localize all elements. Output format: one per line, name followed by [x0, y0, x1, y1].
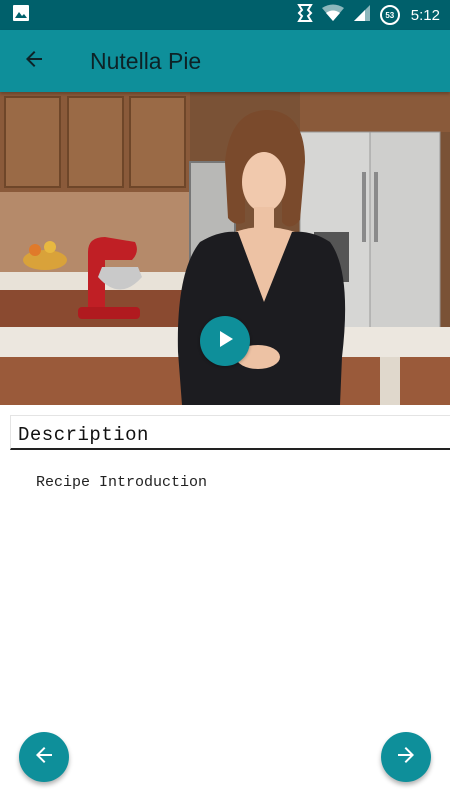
play-icon	[215, 329, 235, 354]
back-button[interactable]	[14, 41, 54, 81]
arrow-right-icon	[394, 743, 418, 772]
next-step-button[interactable]	[381, 732, 431, 782]
page-title: Nutella Pie	[90, 47, 202, 74]
arrow-left-icon	[32, 743, 56, 772]
status-time: 5:12	[410, 6, 440, 24]
previous-step-button[interactable]	[19, 732, 69, 782]
play-button[interactable]	[200, 316, 250, 366]
video-player[interactable]	[0, 92, 450, 405]
arrow-back-icon	[22, 47, 46, 76]
signal-icon	[353, 4, 371, 27]
app-bar: Nutella Pie	[0, 30, 450, 92]
image-notification-icon	[12, 4, 30, 27]
vibrate-icon	[297, 3, 313, 27]
status-bar: 53 5:12	[0, 0, 450, 30]
battery-icon: 53	[379, 5, 400, 25]
description-heading: Description	[18, 424, 149, 446]
wifi-icon	[321, 4, 344, 27]
description-text: Recipe Introduction	[36, 474, 208, 491]
description-header: Description	[10, 415, 450, 450]
